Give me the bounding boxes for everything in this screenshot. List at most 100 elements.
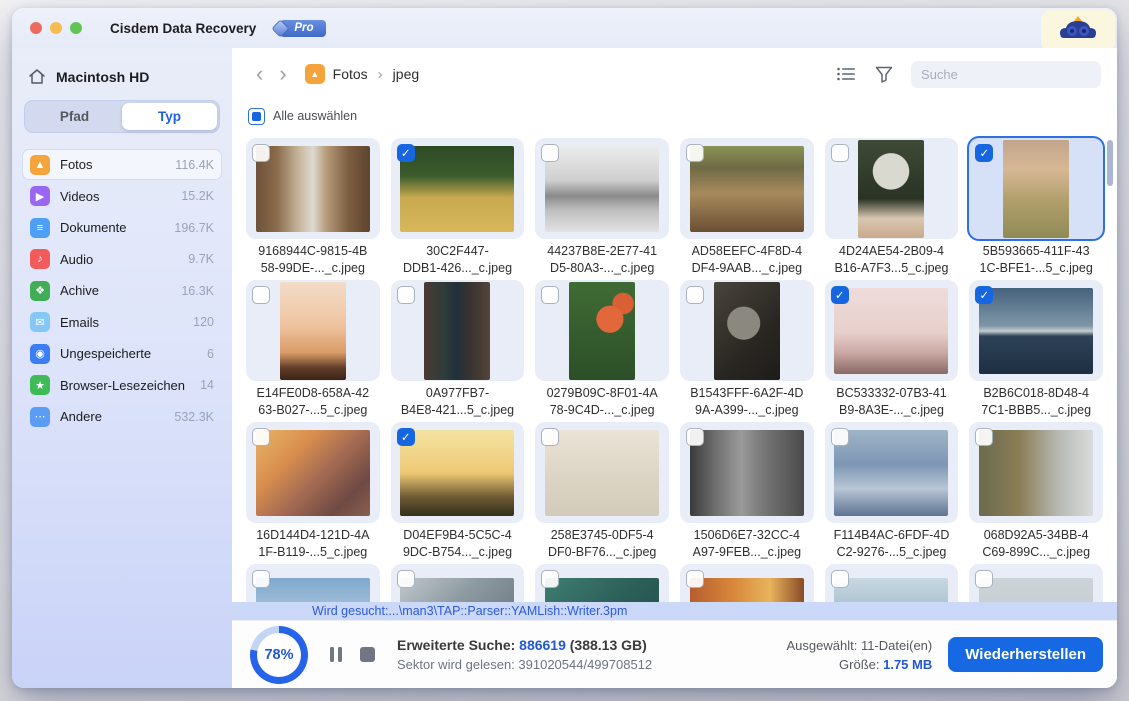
file-cell[interactable]: F114B4AC-6FDF-4D C2-9276-...5_c.jpeg bbox=[825, 422, 959, 560]
file-thumbnail-tile[interactable] bbox=[680, 280, 814, 381]
file-checkbox[interactable] bbox=[686, 428, 704, 446]
file-cell[interactable] bbox=[680, 564, 814, 602]
file-cell[interactable]: ✓ 5B593665-411F-43 1C-BFE1-...5_c.jpeg bbox=[969, 138, 1103, 276]
file-checkbox[interactable] bbox=[541, 144, 559, 162]
file-cell[interactable] bbox=[391, 564, 525, 602]
file-checkbox[interactable] bbox=[831, 428, 849, 446]
file-cell[interactable]: 0279B09C-8F01-4A 78-9C4D-..._c.jpeg bbox=[535, 280, 669, 418]
filter-button[interactable] bbox=[873, 63, 895, 85]
file-thumbnail-tile[interactable] bbox=[535, 138, 669, 239]
sidebar-item-ungespeicherte[interactable]: ◉ Ungespeicherte 6 bbox=[22, 338, 222, 369]
file-checkbox[interactable]: ✓ bbox=[831, 286, 849, 304]
sidebar-item-dokumente[interactable]: ≡ Dokumente 196.7K bbox=[22, 212, 222, 243]
breadcrumb-leaf[interactable]: jpeg bbox=[393, 66, 419, 82]
file-checkbox[interactable] bbox=[686, 144, 704, 162]
file-checkbox[interactable]: ✓ bbox=[975, 286, 993, 304]
tab-typ[interactable]: Typ bbox=[122, 103, 217, 130]
file-cell[interactable]: 068D92A5-34BB-4 C69-899C..._c.jpeg bbox=[969, 422, 1103, 560]
file-cell[interactable]: 0A977FB7- B4E8-421...5_c.jpeg bbox=[391, 280, 525, 418]
select-all-checkbox[interactable] bbox=[248, 108, 265, 125]
file-thumbnail-tile[interactable] bbox=[680, 138, 814, 239]
pause-button[interactable] bbox=[330, 647, 342, 662]
file-thumbnail-tile[interactable]: ✓ bbox=[391, 138, 525, 239]
back-button[interactable]: ‹ bbox=[248, 63, 271, 85]
file-thumbnail-tile[interactable] bbox=[391, 280, 525, 381]
device-row[interactable]: Macintosh HD bbox=[22, 62, 222, 100]
file-thumbnail-tile[interactable] bbox=[391, 564, 525, 602]
sidebar-item-videos[interactable]: ▶ Videos 15.2K bbox=[22, 181, 222, 212]
minimize-window-button[interactable] bbox=[50, 22, 62, 34]
file-checkbox[interactable] bbox=[397, 286, 415, 304]
file-thumbnail-tile[interactable] bbox=[680, 564, 814, 602]
file-thumbnail-tile[interactable] bbox=[969, 564, 1103, 602]
sidebar-item-emails[interactable]: ✉ Emails 120 bbox=[22, 307, 222, 338]
forward-button[interactable]: › bbox=[271, 63, 294, 85]
file-thumbnail-tile[interactable] bbox=[535, 422, 669, 523]
file-thumbnail-tile[interactable]: ✓ bbox=[825, 280, 959, 381]
stop-button[interactable] bbox=[360, 647, 375, 662]
search-input[interactable] bbox=[921, 67, 1097, 82]
file-cell[interactable]: E14FE0D8-658A-42 63-B027-...5_c.jpeg bbox=[246, 280, 380, 418]
sidebar-item-browser-lesezeichen[interactable]: ★ Browser-Lesezeichen 14 bbox=[22, 370, 222, 401]
sidebar-item-andere[interactable]: ⋯ Andere 532.3K bbox=[22, 401, 222, 432]
file-cell[interactable]: 4D24AE54-2B09-4 B16-A7F3...5_c.jpeg bbox=[825, 138, 959, 276]
file-checkbox[interactable]: ✓ bbox=[975, 144, 993, 162]
file-checkbox[interactable] bbox=[686, 286, 704, 304]
sidebar-item-achive[interactable]: ❖ Achive 16.3K bbox=[22, 275, 222, 306]
file-checkbox[interactable] bbox=[397, 570, 415, 588]
file-thumbnail-tile[interactable] bbox=[825, 138, 959, 239]
file-cell[interactable]: ✓ 30C2F447- DDB1-426..._c.jpeg bbox=[391, 138, 525, 276]
file-thumbnail-tile[interactable] bbox=[969, 422, 1103, 523]
file-checkbox[interactable] bbox=[686, 570, 704, 588]
file-cell[interactable]: AD58EEFC-4F8D-4 DF4-9AAB..._c.jpeg bbox=[680, 138, 814, 276]
file-cell[interactable] bbox=[535, 564, 669, 602]
file-thumbnail-tile[interactable] bbox=[825, 564, 959, 602]
file-thumbnail-tile[interactable] bbox=[246, 138, 380, 239]
file-cell[interactable]: ✓ B2B6C018-8D48-4 7C1-BBB5..._c.jpeg bbox=[969, 280, 1103, 418]
file-cell[interactable]: 258E3745-0DF5-4 DF0-BF76..._c.jpeg bbox=[535, 422, 669, 560]
file-checkbox[interactable] bbox=[831, 570, 849, 588]
file-cell[interactable]: 9168944C-9815-4B 58-99DE-..._c.jpeg bbox=[246, 138, 380, 276]
file-cell[interactable]: 1506D6E7-32CC-4 A97-9FEB..._c.jpeg bbox=[680, 422, 814, 560]
file-checkbox[interactable] bbox=[252, 428, 270, 446]
file-thumbnail-tile[interactable] bbox=[535, 564, 669, 602]
file-cell[interactable]: ✓ D04EF9B4-5C5C-4 9DC-B754..._c.jpeg bbox=[391, 422, 525, 560]
file-cell[interactable]: ✓ BC533332-07B3-41 B9-8A3E-..._c.jpeg bbox=[825, 280, 959, 418]
file-cell[interactable] bbox=[825, 564, 959, 602]
file-checkbox[interactable] bbox=[252, 570, 270, 588]
list-view-button[interactable] bbox=[835, 63, 857, 85]
file-thumbnail-tile[interactable] bbox=[246, 564, 380, 602]
file-checkbox[interactable] bbox=[975, 570, 993, 588]
file-thumbnail-tile[interactable] bbox=[680, 422, 814, 523]
file-checkbox[interactable] bbox=[831, 144, 849, 162]
file-checkbox[interactable]: ✓ bbox=[397, 144, 415, 162]
file-thumbnail-tile[interactable] bbox=[825, 422, 959, 523]
file-cell[interactable]: 44237B8E-2E77-41 D5-80A3-..._c.jpeg bbox=[535, 138, 669, 276]
file-cell[interactable]: 16D144D4-121D-4A 1F-B119-...5_c.jpeg bbox=[246, 422, 380, 560]
file-checkbox[interactable]: ✓ bbox=[397, 428, 415, 446]
zoom-window-button[interactable] bbox=[70, 22, 82, 34]
file-thumbnail-tile[interactable] bbox=[246, 422, 380, 523]
file-cell[interactable] bbox=[969, 564, 1103, 602]
file-thumbnail-tile[interactable] bbox=[246, 280, 380, 381]
file-thumbnail-tile[interactable]: ✓ bbox=[969, 138, 1103, 239]
recover-button[interactable]: Wiederherstellen bbox=[948, 637, 1103, 672]
sidebar-item-count: 116.4K bbox=[175, 158, 214, 172]
sidebar-item-audio[interactable]: ♪ Audio 9.7K bbox=[22, 244, 222, 275]
file-checkbox[interactable] bbox=[252, 144, 270, 162]
file-checkbox[interactable] bbox=[541, 286, 559, 304]
vertical-scrollbar[interactable] bbox=[1107, 140, 1113, 186]
file-thumbnail-tile[interactable]: ✓ bbox=[969, 280, 1103, 381]
file-thumbnail-tile[interactable]: ✓ bbox=[391, 422, 525, 523]
tab-pfad[interactable]: Pfad bbox=[27, 103, 122, 130]
close-window-button[interactable] bbox=[30, 22, 42, 34]
file-cell[interactable]: B1543FFF-6A2F-4D 9A-A399-..._c.jpeg bbox=[680, 280, 814, 418]
sidebar-item-fotos[interactable]: ▲ Fotos 116.4K bbox=[22, 149, 222, 180]
file-checkbox[interactable] bbox=[541, 570, 559, 588]
file-checkbox[interactable] bbox=[252, 286, 270, 304]
file-checkbox[interactable] bbox=[975, 428, 993, 446]
file-cell[interactable] bbox=[246, 564, 380, 602]
breadcrumb-root[interactable]: Fotos bbox=[333, 66, 368, 82]
file-checkbox[interactable] bbox=[541, 428, 559, 446]
file-thumbnail-tile[interactable] bbox=[535, 280, 669, 381]
